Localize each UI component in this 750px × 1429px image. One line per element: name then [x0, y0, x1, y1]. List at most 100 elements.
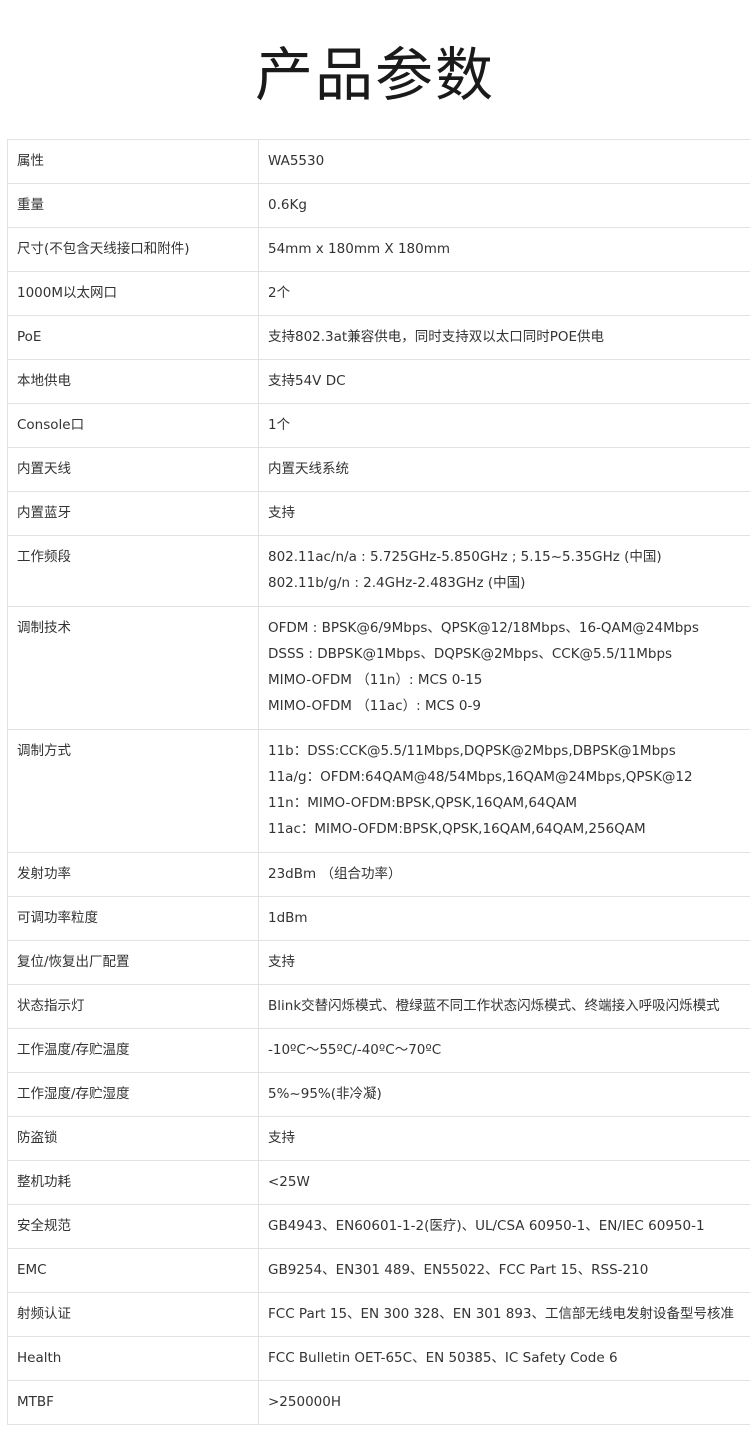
spec-value: 1个	[258, 403, 750, 448]
spec-value: FCC Part 15、EN 300 328、EN 301 893、工信部无线电…	[258, 1292, 750, 1337]
spec-row: 内置天线 内置天线系统	[7, 447, 750, 492]
spec-value: 支持	[258, 1116, 750, 1161]
spec-value: -10ºC～55ºC/-40ºC～70ºC	[258, 1028, 750, 1073]
spec-value-line: 802.11b/g/n : 2.4GHz-2.483GHz (中国)	[268, 575, 526, 591]
spec-row: 工作温度/存贮温度 -10ºC～55ºC/-40ºC～70ºC	[7, 1028, 750, 1073]
spec-row: 重量 0.6Kg	[7, 183, 750, 228]
spec-key: 可调功率粒度	[7, 896, 259, 941]
spec-key: 工作频段	[7, 535, 259, 607]
spec-row: 本地供电 支持54V DC	[7, 359, 750, 404]
spec-value-line: 0.6Kg	[268, 197, 307, 213]
spec-value-line: 支持54V DC	[268, 373, 346, 389]
spec-value-line: WA5530	[268, 153, 325, 169]
spec-value: OFDM : BPSK@6/9Mbps、QPSK@12/18Mbps、16-QA…	[258, 606, 750, 730]
spec-key: 尺寸(不包含天线接口和附件)	[7, 227, 259, 272]
spec-key: 安全规范	[7, 1204, 259, 1249]
spec-key: 属性	[7, 139, 259, 184]
spec-value-line: FCC Bulletin OET-65C、EN 50385、IC Safety …	[268, 1350, 618, 1366]
spec-row: 状态指示灯 Blink交替闪烁模式、橙绿蓝不同工作状态闪烁模式、终端接入呼吸闪烁模…	[7, 984, 750, 1029]
spec-value-line: MIMO-OFDM （11n）: MCS 0-15	[268, 672, 483, 688]
spec-value-line: 11b：DSS:CCK@5.5/11Mbps,DQPSK@2Mbps,DBPSK…	[268, 743, 676, 759]
spec-value-line: 1dBm	[268, 910, 308, 926]
spec-value: 802.11ac/n/a : 5.725GHz-5.850GHz ; 5.15~…	[258, 535, 750, 607]
spec-row: 整机功耗 <25W	[7, 1160, 750, 1205]
spec-value: <25W	[258, 1160, 750, 1205]
spec-value-line: 支持	[268, 505, 295, 521]
spec-value-line: MIMO-OFDM （11ac）: MCS 0-9	[268, 698, 481, 714]
spec-value-line: 11n：MIMO-OFDM:BPSK,QPSK,16QAM,64QAM	[268, 795, 578, 811]
spec-row: 射频认证 FCC Part 15、EN 300 328、EN 301 893、工信…	[7, 1292, 750, 1337]
spec-value-line: 2个	[268, 285, 291, 301]
spec-value-line: >250000H	[268, 1394, 341, 1410]
spec-table: 属性 WA5530 重量 0.6Kg 尺寸(不包含天线接口和附件) 54mm x 180m…	[7, 139, 750, 1425]
spec-value-line: 54mm x 180mm X 180mm	[268, 241, 451, 257]
spec-row: 安全规范 GB4943、EN60601-1-2(医疗)、UL/CSA 60950-…	[7, 1204, 750, 1249]
spec-key: 复位/恢复出厂配置	[7, 940, 259, 985]
spec-value-line: 11a/g：OFDM:64QAM@48/54Mbps,16QAM@24Mbps,…	[268, 769, 693, 785]
spec-row: Console口 1个	[7, 403, 750, 448]
spec-value: 54mm x 180mm X 180mm	[258, 227, 750, 272]
spec-key: 1000M以太网口	[7, 271, 259, 316]
spec-value: FCC Bulletin OET-65C、EN 50385、IC Safety …	[258, 1336, 750, 1381]
spec-value: GB4943、EN60601-1-2(医疗)、UL/CSA 60950-1、EN…	[258, 1204, 750, 1249]
spec-key: 工作温度/存贮温度	[7, 1028, 259, 1073]
spec-key: 整机功耗	[7, 1160, 259, 1205]
spec-value-line: DSSS : DBPSK@1Mbps、DQPSK@2Mbps、CCK@5.5/1…	[268, 646, 673, 662]
spec-row: 调制技术 OFDM : BPSK@6/9Mbps、QPSK@12/18Mbps、1…	[7, 606, 750, 730]
spec-row: 属性 WA5530	[7, 139, 750, 184]
spec-key: 工作湿度/存贮湿度	[7, 1072, 259, 1117]
spec-value: 11b：DSS:CCK@5.5/11Mbps,DQPSK@2Mbps,DBPSK…	[258, 729, 750, 853]
spec-key: Health	[7, 1336, 259, 1381]
spec-value-line: -10ºC～55ºC/-40ºC～70ºC	[268, 1042, 442, 1058]
spec-key: 射频认证	[7, 1292, 259, 1337]
spec-key: 重量	[7, 183, 259, 228]
spec-value: 支持802.3at兼容供电，同时支持双以太口同时POE供电	[258, 315, 750, 360]
spec-value: 支持	[258, 940, 750, 985]
spec-row: 工作湿度/存贮湿度 5%~95%(非冷凝)	[7, 1072, 750, 1117]
spec-value: 5%~95%(非冷凝)	[258, 1072, 750, 1117]
spec-value-line: 11ac：MIMO-OFDM:BPSK,QPSK,16QAM,64QAM,256…	[268, 821, 646, 837]
spec-row: 调制方式 11b：DSS:CCK@5.5/11Mbps,DQPSK@2Mbps,D…	[7, 729, 750, 853]
spec-row: 防盗锁 支持	[7, 1116, 750, 1161]
spec-value-line: GB4943、EN60601-1-2(医疗)、UL/CSA 60950-1、EN…	[268, 1218, 705, 1234]
spec-row: 1000M以太网口 2个	[7, 271, 750, 316]
spec-value-line: FCC Part 15、EN 300 328、EN 301 893、工信部无线电…	[268, 1306, 735, 1322]
spec-row: PoE 支持802.3at兼容供电，同时支持双以太口同时POE供电	[7, 315, 750, 360]
spec-row: MTBF >250000H	[7, 1380, 750, 1425]
spec-key: 调制方式	[7, 729, 259, 853]
spec-row: 可调功率粒度 1dBm	[7, 896, 750, 941]
spec-key: 状态指示灯	[7, 984, 259, 1029]
spec-value: 1dBm	[258, 896, 750, 941]
spec-value-line: 内置天线系统	[268, 461, 349, 477]
spec-row: 发射功率 23dBm （组合功率）	[7, 852, 750, 897]
spec-row: Health FCC Bulletin OET-65C、EN 50385、IC S…	[7, 1336, 750, 1381]
spec-value: 2个	[258, 271, 750, 316]
spec-key: 防盗锁	[7, 1116, 259, 1161]
spec-value: 0.6Kg	[258, 183, 750, 228]
spec-value: GB9254、EN301 489、EN55022、FCC Part 15、RSS…	[258, 1248, 750, 1293]
spec-row: EMC GB9254、EN301 489、EN55022、FCC Part 15、…	[7, 1248, 750, 1293]
spec-value-line: <25W	[268, 1174, 310, 1190]
spec-key: 调制技术	[7, 606, 259, 730]
spec-key: Console口	[7, 403, 259, 448]
spec-row: 复位/恢复出厂配置 支持	[7, 940, 750, 985]
spec-value: 支持54V DC	[258, 359, 750, 404]
spec-row: 内置蓝牙 支持	[7, 491, 750, 536]
spec-value-line: 支持	[268, 1130, 295, 1146]
spec-value: 23dBm （组合功率）	[258, 852, 750, 897]
spec-table-body: 属性 WA5530 重量 0.6Kg 尺寸(不包含天线接口和附件) 54mm x 180m…	[7, 139, 750, 1425]
spec-value-line: OFDM : BPSK@6/9Mbps、QPSK@12/18Mbps、16-QA…	[268, 620, 699, 636]
spec-value-line: 支持	[268, 954, 295, 970]
spec-value-line: 5%~95%(非冷凝)	[268, 1086, 382, 1102]
spec-row: 工作频段 802.11ac/n/a : 5.725GHz-5.850GHz ; 5…	[7, 535, 750, 607]
spec-value-line: 802.11ac/n/a : 5.725GHz-5.850GHz ; 5.15~…	[268, 549, 662, 565]
spec-value: 支持	[258, 491, 750, 536]
spec-value: WA5530	[258, 139, 750, 184]
spec-key: 发射功率	[7, 852, 259, 897]
spec-key: 内置天线	[7, 447, 259, 492]
spec-value-line: GB9254、EN301 489、EN55022、FCC Part 15、RSS…	[268, 1262, 649, 1278]
spec-key: PoE	[7, 315, 259, 360]
spec-value: 内置天线系统	[258, 447, 750, 492]
spec-key: 内置蓝牙	[7, 491, 259, 536]
spec-value-line: Blink交替闪烁模式、橙绿蓝不同工作状态闪烁模式、终端接入呼吸闪烁模式	[268, 998, 720, 1014]
